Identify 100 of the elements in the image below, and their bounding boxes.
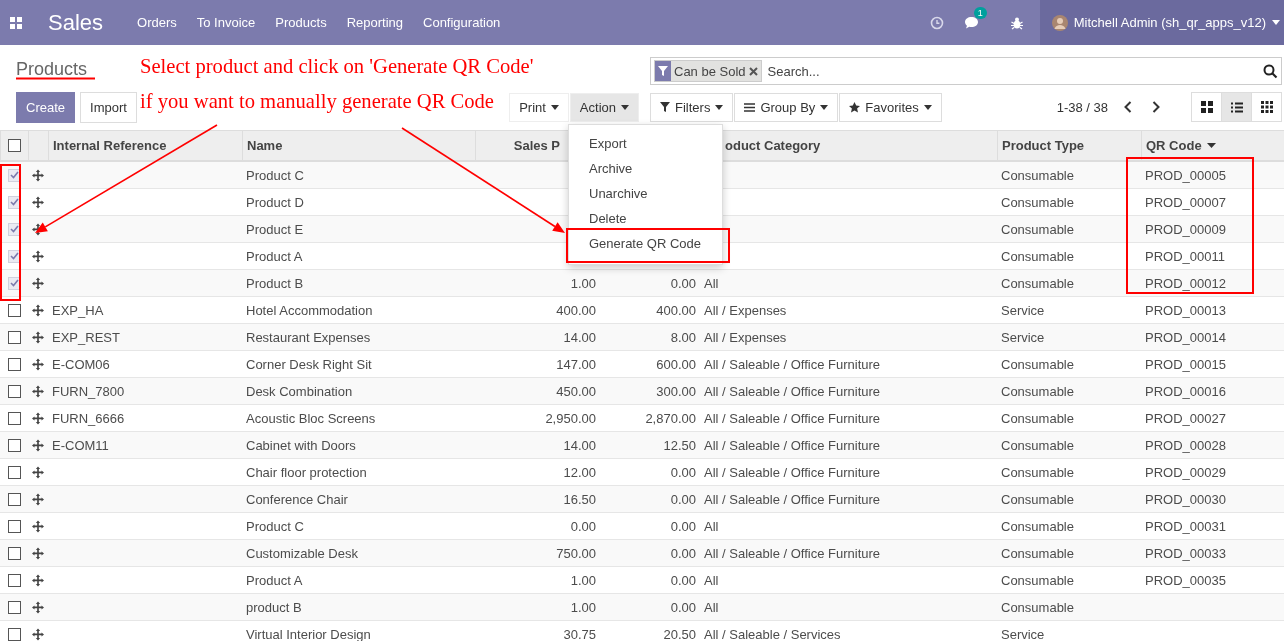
row-checkbox[interactable] [7, 465, 21, 479]
row-checkbox[interactable] [7, 627, 21, 641]
filter-icon [655, 61, 671, 81]
name-cell: Customizable Desk [246, 545, 358, 561]
cost-cell: 0.00 [670, 518, 696, 534]
type-cell: Consumable [1001, 248, 1074, 264]
category-cell: All / Saleable / Services [704, 626, 841, 641]
drag-handle-icon[interactable] [32, 330, 44, 344]
drag-handle-icon[interactable] [32, 600, 44, 614]
row-checkbox[interactable] [7, 600, 21, 614]
row-checkbox[interactable] [7, 384, 21, 398]
type-cell: Consumable [1001, 491, 1074, 507]
price-cell: 30.75 [563, 626, 596, 641]
category-cell: All / Saleable / Office Furniture [704, 491, 881, 507]
column-header[interactable]: QR Code [1141, 131, 1284, 160]
list-view-button[interactable] [1221, 92, 1252, 122]
kanban-view-button[interactable] [1191, 92, 1222, 122]
name-cell: Corner Desk Right Sit [246, 356, 372, 372]
list-icon [744, 102, 756, 112]
row-checkbox[interactable] [7, 303, 21, 317]
menu-item[interactable]: Unarchive [569, 181, 722, 206]
type-cell: Consumable [1001, 545, 1074, 561]
drag-handle-icon[interactable] [32, 168, 44, 182]
column-header[interactable]: Internal Reference [48, 131, 242, 160]
name-cell: Product E [246, 221, 304, 237]
menu-item[interactable]: Delete [569, 206, 722, 231]
qr-code-cell: PROD_00027 [1145, 410, 1226, 426]
row-checkbox[interactable] [7, 492, 21, 506]
drag-handle-icon[interactable] [32, 276, 44, 290]
drag-handle-icon[interactable] [32, 573, 44, 587]
create-button[interactable]: Create [16, 91, 76, 123]
menu-item[interactable]: Orders [137, 15, 177, 30]
search-icon[interactable] [1263, 63, 1278, 79]
caret-icon [715, 104, 724, 110]
type-cell: Service [1001, 626, 1045, 641]
reference-cell: FURN_7800 [52, 383, 125, 399]
filters-button[interactable]: Filters [650, 92, 734, 122]
breadcrumb-title: Products [16, 60, 88, 78]
pivot-view-button[interactable] [1251, 92, 1282, 122]
drag-handle-icon[interactable] [32, 195, 44, 209]
drag-handle-icon[interactable] [32, 465, 44, 479]
clock-icon[interactable] [929, 15, 944, 30]
app-title: Sales [48, 9, 104, 36]
row-checkbox[interactable] [7, 411, 21, 425]
bug-icon[interactable] [1009, 15, 1024, 30]
sort-caret-icon [1206, 143, 1216, 148]
drag-handle-icon[interactable] [32, 438, 44, 452]
cost-cell: 600.00 [656, 356, 696, 372]
cost-cell: 20.50 [663, 626, 696, 641]
favorites-button[interactable]: Favorites [839, 92, 942, 122]
remove-icon[interactable] [748, 66, 758, 76]
drag-handle-icon[interactable] [32, 492, 44, 506]
apps-menu-icon[interactable] [10, 16, 22, 29]
user-menu[interactable]: Mitchell Admin (sh_qr_apps_v12) [1039, 0, 1284, 45]
caret-icon [923, 104, 932, 110]
menu-item[interactable]: Reporting [346, 15, 403, 30]
qr-code-cell: PROD_00011 [1145, 248, 1225, 264]
row-checkbox[interactable] [7, 546, 21, 560]
menu-item[interactable]: Products [275, 15, 327, 30]
cost-cell: 300.00 [656, 383, 696, 399]
previous-icon[interactable] [1124, 101, 1132, 113]
search-field[interactable]: Can be Sold Search... [650, 57, 1282, 85]
menu-item[interactable]: Generate QR Code [569, 231, 722, 256]
drag-handle-icon[interactable] [32, 546, 44, 560]
menu-item[interactable]: To Invoice [196, 15, 256, 30]
type-cell: Consumable [1001, 437, 1074, 453]
price-cell: 147.00 [556, 356, 596, 372]
qr-code-cell: PROD_00013 [1145, 302, 1226, 318]
drag-handle-icon[interactable] [32, 384, 44, 398]
cost-cell: 400.00 [656, 302, 696, 318]
print-button[interactable]: Print [509, 92, 569, 122]
price-cell: 750.00 [556, 545, 596, 561]
action-button[interactable]: Action [569, 92, 639, 122]
group-by-button[interactable]: Group By [734, 92, 839, 122]
caret-icon [1272, 20, 1280, 25]
drag-handle-icon[interactable] [32, 357, 44, 371]
type-cell: Service [1001, 302, 1045, 318]
drag-handle-icon[interactable] [32, 519, 44, 533]
price-cell: 14.00 [563, 329, 596, 345]
row-checkbox[interactable] [7, 357, 21, 371]
import-button[interactable]: Import [80, 91, 137, 123]
column-header[interactable]: Name [242, 131, 475, 160]
chat-icon[interactable] [963, 15, 980, 30]
drag-handle-icon[interactable] [32, 627, 44, 641]
row-checkbox[interactable] [7, 438, 21, 452]
pager-value[interactable]: 1-38 / 38 [1056, 99, 1108, 115]
row-checkbox[interactable] [7, 330, 21, 344]
category-cell: All [704, 572, 719, 588]
column-header[interactable]: Product Type [997, 131, 1141, 160]
reference-cell: E-COM06 [52, 356, 110, 372]
drag-handle-icon[interactable] [32, 249, 44, 263]
select-all-checkbox[interactable] [8, 139, 21, 152]
drag-handle-icon[interactable] [32, 411, 44, 425]
name-cell: Hotel Accommodation [246, 302, 373, 318]
row-checkbox[interactable] [7, 573, 21, 587]
drag-handle-icon[interactable] [32, 303, 44, 317]
menu-item[interactable]: Configuration [423, 15, 501, 30]
name-cell: Product A [246, 572, 303, 588]
row-checkbox[interactable] [7, 519, 21, 533]
next-icon[interactable] [1152, 101, 1160, 113]
